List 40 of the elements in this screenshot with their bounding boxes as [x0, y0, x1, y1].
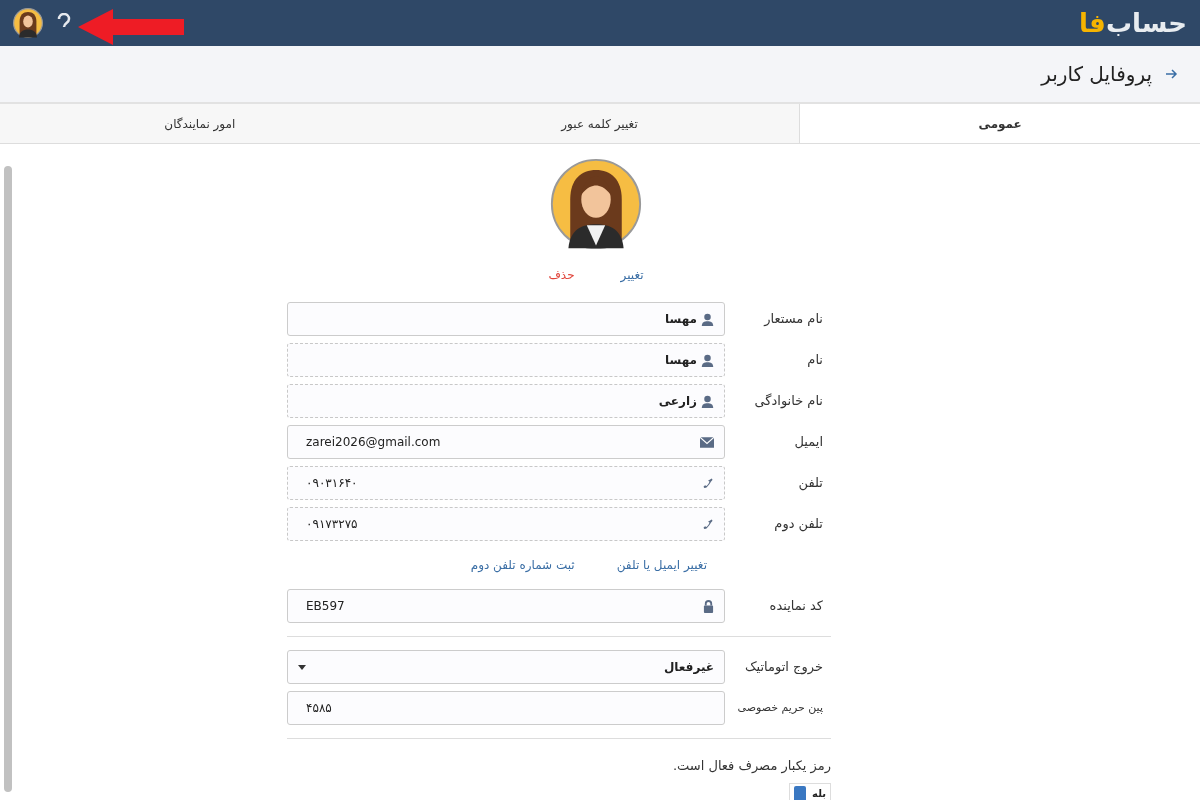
checkbox-label: بله [812, 787, 826, 800]
change-link[interactable]: تغییر [620, 266, 644, 284]
input-field[interactable]: زارعی [287, 384, 725, 418]
field-label: تلفن [797, 474, 824, 493]
field-label: خروج اتوماتیک [743, 658, 824, 677]
user-icon [701, 394, 714, 408]
field-label: نام خانوادگی [753, 392, 824, 411]
select-field[interactable]: غیرفعال [287, 650, 725, 684]
page-title: پروفایل کاربر [1041, 61, 1152, 89]
input-field[interactable]: مهسا [287, 343, 725, 377]
envelope-icon [700, 436, 714, 448]
user-icon [701, 353, 714, 367]
logo: حسابفا [1079, 10, 1187, 36]
input-field[interactable]: ۰۹۰۳۱۶۴۰ [287, 466, 725, 500]
field-label: تلفن دوم [773, 515, 824, 534]
input-field[interactable]: EB597 [287, 589, 725, 623]
back-arrow-icon[interactable] [1166, 69, 1178, 79]
phone-icon [702, 518, 714, 530]
input-field[interactable]: zarei2026@gmail.com [287, 425, 725, 459]
caret-icon [298, 664, 306, 670]
tab[interactable]: عمومی [799, 104, 1200, 143]
input-field[interactable]: ۰۹۱۷۳۲۷۵ [287, 507, 725, 541]
arrow-icon [78, 9, 184, 45]
input-field[interactable]: مهسا [287, 302, 725, 336]
scrollbar[interactable] [4, 166, 12, 792]
lock-icon [703, 599, 714, 613]
phone-icon [702, 477, 714, 489]
input-field[interactable]: ۴۵۸۵ [287, 691, 725, 725]
select-value: غیرفعال [663, 659, 714, 676]
field-label: پین حریم خصوصی [736, 699, 824, 716]
field-label: ایمیل [793, 433, 824, 452]
field-label: نام مستعار [762, 310, 824, 329]
checkbox[interactable] [794, 785, 807, 800]
text-link[interactable]: تغییر ایمیل یا تلفن [616, 556, 707, 574]
field-label: نام [806, 351, 824, 370]
field-label: کد نماینده [768, 597, 824, 616]
otp-status: رمز یکبار مصرف فعال است. [671, 757, 831, 776]
delete-link[interactable]: حذف [548, 266, 575, 284]
text-link[interactable]: ثبت شماره تلفن دوم [470, 556, 575, 574]
user-icon [701, 312, 714, 326]
